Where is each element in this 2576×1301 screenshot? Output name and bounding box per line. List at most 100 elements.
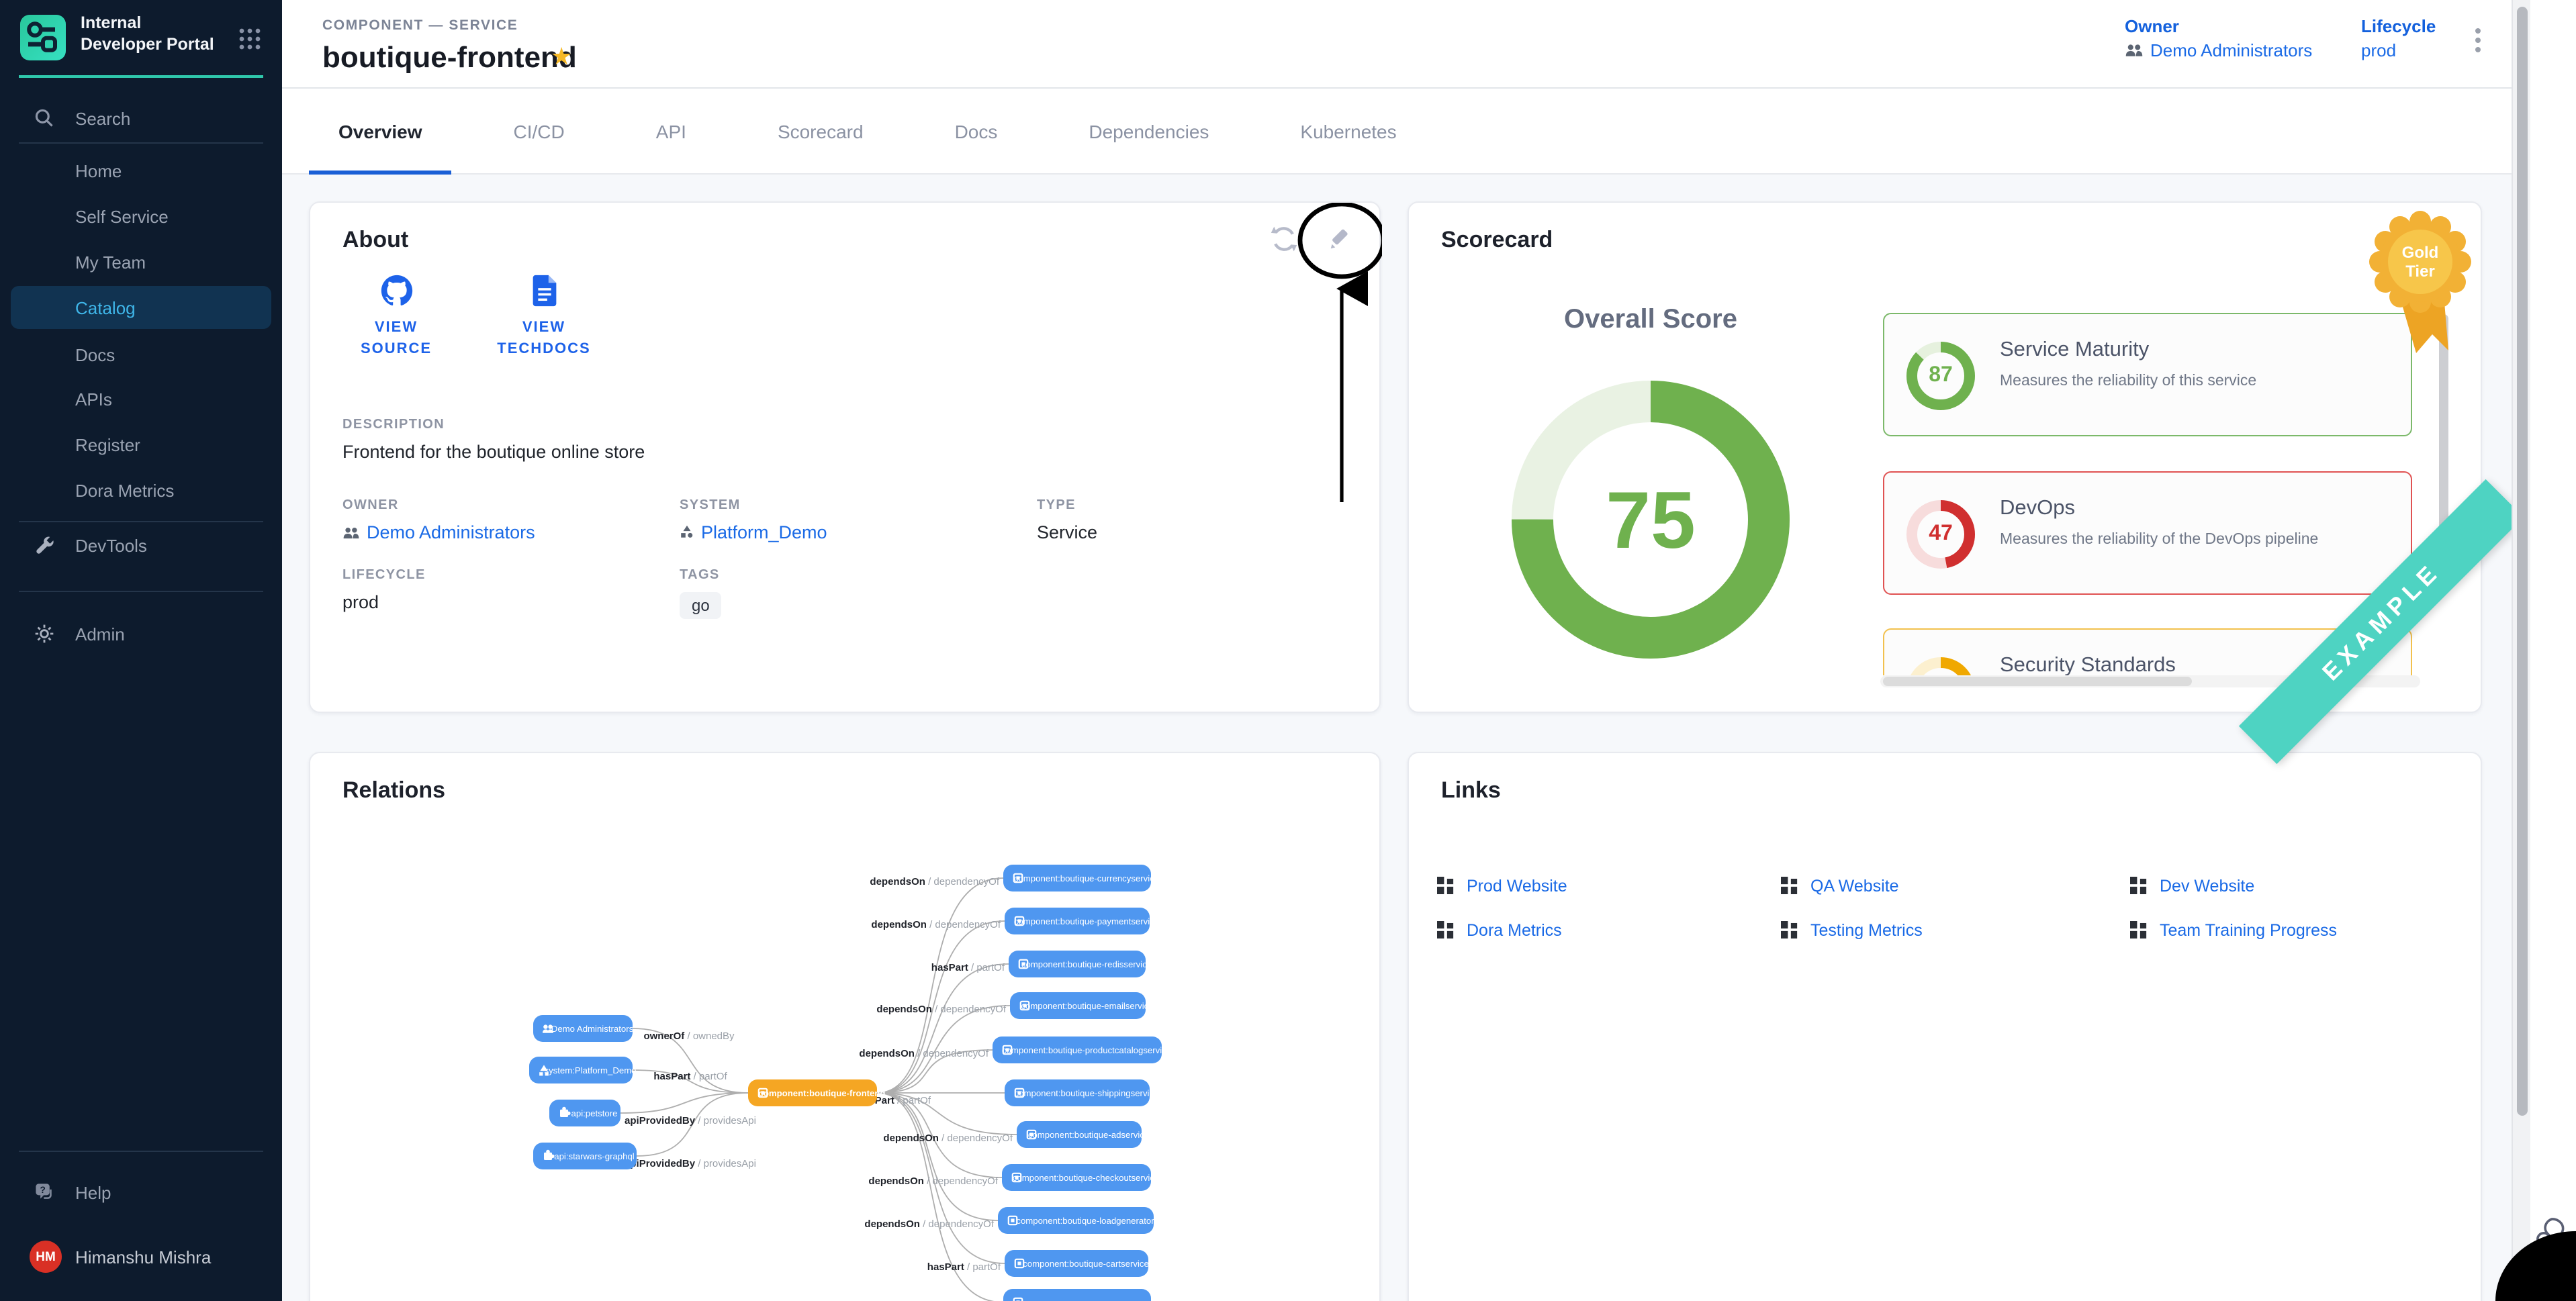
sidebar-item-home[interactable]: Home [0,154,282,187]
sidebar-item-register[interactable]: Register [0,428,282,461]
svg-text:component:boutique-loadgenerat: component:boutique-loadgenerator [1016,1216,1154,1226]
people-icon [342,526,360,539]
app-logo-icon [20,15,66,60]
user-name: Himanshu Mishra [75,1247,211,1267]
graph-node-cutnode [1003,1289,1151,1301]
svg-text:component:boutique-currencyser: component:boutique-currencyservice [1014,873,1159,883]
avatar: HM [30,1241,62,1273]
tab-api[interactable]: API [627,89,716,175]
sidebar-item-docs[interactable]: Docs [0,338,282,371]
link-blocks-icon [1437,921,1455,938]
graph-node-adservice: component:boutique-adservice [1017,1121,1149,1148]
scorecard-heading: Scorecard [1441,227,1553,254]
right-gutter [2530,0,2576,1301]
apps-grid-icon[interactable] [238,27,262,51]
sidebar-divider [19,521,263,522]
svg-text:component:boutique-checkoutser: component:boutique-checkoutservice [1013,1173,1159,1183]
view-techdocs-label: VIEW TECHDOCS [490,318,598,361]
page-title: boutique-frontend [322,40,577,75]
link-qa-website[interactable]: QA Website [1781,876,2130,895]
edit-pencil-icon[interactable] [1326,224,1358,256]
sidebar-item-admin[interactable]: Admin [0,618,282,650]
tab-dependencies[interactable]: Dependencies [1059,89,1238,175]
link-dora-metrics[interactable]: Dora Metrics [1437,920,1781,939]
owner-label: Owner [2125,16,2312,36]
graph-node-shippingservice: component:boutique-shippingservice [1005,1079,1158,1106]
svg-text:api:petstore: api:petstore [571,1108,618,1118]
svg-text:dependsOn / dependencyOf: dependsOn / dependencyOf [871,919,1001,930]
lifecycle-field: LIFECYCLE prod [342,568,426,612]
graph-node-loadgenerator: component:boutique-loadgenerator [998,1207,1154,1234]
svg-text:dependsOn / dependencyOf: dependsOn / dependencyOf [868,1175,998,1187]
sidebar-item-apis[interactable]: APIs [0,383,282,415]
svg-text:dependsOn / dependencyOf: dependsOn / dependencyOf [859,1048,988,1059]
svg-text:component:boutique-paymentserv: component:boutique-paymentservice [1014,916,1159,926]
system-field: SYSTEM Platform_Demo [680,498,827,542]
link-prod-website[interactable]: Prod Website [1437,876,1781,895]
graph-node-currencyservice: component:boutique-currencyservice [1003,865,1159,892]
badge-line2: Tier [2405,262,2435,281]
brand-title: Internal Developer Portal [81,13,220,56]
sidebar-user[interactable]: HM Himanshu Mishra [0,1238,282,1275]
metric-card-devops[interactable]: 47 DevOps Measures the reliability of th… [1883,471,2412,595]
sidebar-item-devtools[interactable]: DevTools [0,529,282,561]
link-team-training-progress[interactable]: Team Training Progress [2130,920,2337,939]
wrench-icon [32,533,56,557]
svg-text:dependsOn / dependencyOf: dependsOn / dependencyOf [883,1133,1013,1144]
svg-text:apiProvidedBy / providesApi: apiProvidedBy / providesApi [625,1115,756,1126]
system-icon [680,525,694,540]
tab-scorecard[interactable]: Scorecard [748,89,893,175]
type-value: Service [1037,522,1097,542]
tag-chip[interactable]: go [680,592,722,619]
sidebar-item-my-team[interactable]: My Team [0,246,282,278]
graph-node-center: component:boutique-frontend [748,1079,885,1106]
graph-node-checkoutservice: component:boutique-checkoutservice [1002,1164,1159,1191]
svg-text:dependsOn / dependencyOf: dependsOn / dependencyOf [876,1004,1006,1015]
link-dev-website[interactable]: Dev Website [2130,876,2254,895]
links-card: Links Prod Website QA Website Dev Websit… [1408,752,2482,1301]
sidebar-divider [19,591,263,592]
people-icon [2125,43,2144,58]
tags-field: TAGS go [680,568,722,619]
sidebar-divider [19,142,263,144]
tab-overview[interactable]: Overview [309,89,452,175]
svg-text:dependsOn / dependencyOf: dependsOn / dependencyOf [864,1218,994,1230]
sidebar-item-self-service[interactable]: Self Service [0,200,282,232]
tab-kubernetes[interactable]: Kubernetes [1271,89,1426,175]
sidebar-item-dora-metrics[interactable]: Dora Metrics [0,474,282,506]
links-heading: Links [1441,777,1501,804]
about-system-link[interactable]: Platform_Demo [680,522,827,542]
header-lifecycle: Lifecycle prod [2361,16,2436,60]
tab-cicd[interactable]: CI/CD [484,89,594,175]
svg-text:component:boutique-redisservic: component:boutique-redisservice [1021,959,1152,969]
link-blocks-icon [1781,921,1798,938]
svg-text:component:boutique-cartservice: component:boutique-cartservice [1023,1259,1149,1269]
view-techdocs-button[interactable]: VIEW TECHDOCS [490,273,598,361]
relations-graph[interactable]: ownerOf / ownedByhasPart / partOfapiProv… [310,753,1382,1301]
app-root: Internal Developer Portal Search Home Se… [0,0,2576,1301]
sidebar-item-catalog[interactable]: Catalog [11,286,271,329]
scorecard-card: Scorecard Gold Tier Overall Score 75 [1408,201,2482,713]
more-options-kebab-icon[interactable] [2466,24,2490,59]
gear-icon [32,622,56,646]
link-testing-metrics[interactable]: Testing Metrics [1781,920,2130,939]
relations-card: Relations ownerOf / ownedByhasPart / par… [309,752,1381,1301]
favorite-star-icon[interactable]: ★ [551,43,572,71]
graph-node-productcatalogservice: component:boutique-productcatalogservice [993,1037,1171,1063]
owner-link[interactable]: Demo Administrators [2125,40,2312,60]
svg-text:hasPart / partOf: hasPart / partOf [927,1261,1001,1273]
page-vertical-scrollbar[interactable] [2512,0,2530,1301]
refresh-icon[interactable] [1269,224,1301,256]
svg-text:component:boutique-frontend: component:boutique-frontend [759,1088,886,1098]
sidebar-item-search[interactable]: Search [0,102,282,134]
svg-text:component:boutique-shippingser: component:boutique-shippingservice [1015,1088,1159,1098]
metric-card-service-maturity[interactable]: 87 Service Maturity Measures the reliabi… [1883,313,2412,436]
tabs-bar: Overview CI/CD API Scorecard Docs Depend… [282,89,2512,175]
about-owner-link[interactable]: Demo Administrators [342,522,535,542]
svg-text:component:boutique-emailservic: component:boutique-emailservice [1021,1001,1153,1011]
sidebar-item-help[interactable]: ? Help [0,1176,282,1208]
search-icon [32,106,56,130]
view-source-button[interactable]: VIEW SOURCE [342,273,450,361]
tab-docs[interactable]: Docs [925,89,1027,175]
graph-node-api-petstore: api:petstore [549,1100,620,1126]
